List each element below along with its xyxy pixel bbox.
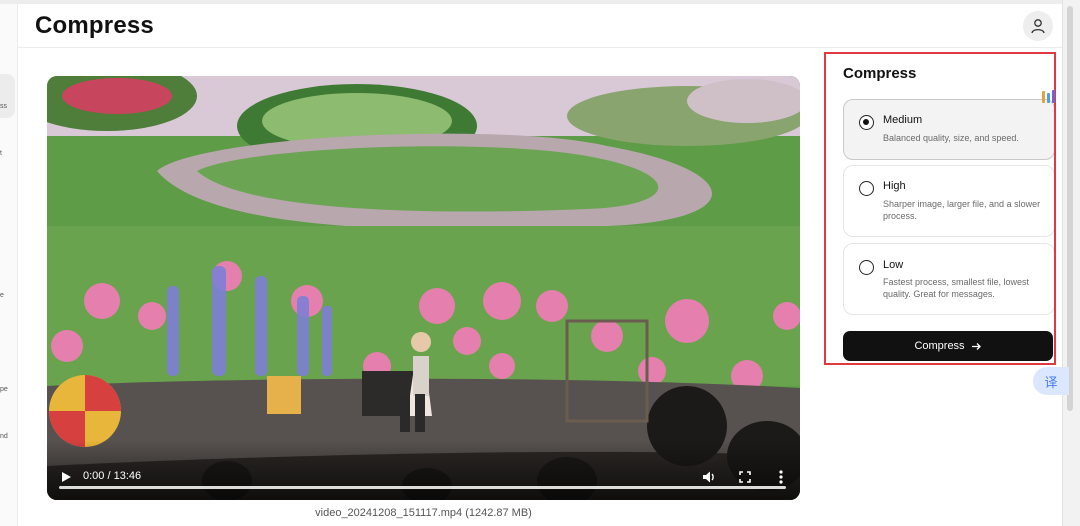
radio-button[interactable] — [859, 260, 874, 275]
more-vertical-icon[interactable] — [774, 469, 788, 485]
sidebar-item-label[interactable]: pe — [0, 386, 8, 393]
scrollbar-thumb[interactable] — [1067, 6, 1073, 411]
extension-logo-icon[interactable] — [1040, 88, 1058, 106]
sidebar-item-active[interactable] — [0, 74, 15, 118]
arrow-right-icon — [971, 342, 981, 350]
fullscreen-icon[interactable] — [737, 469, 753, 485]
page-title: Compress — [35, 12, 154, 39]
compress-button[interactable]: Compress — [843, 331, 1053, 361]
option-description: Sharper image, larger file, and a slower… — [883, 199, 1041, 221]
window-top-strip — [0, 0, 1080, 4]
sidebar-item-label[interactable]: nd — [0, 433, 8, 440]
app-window: ss t e pe nd Compress 0:00 / 13:46 video… — [0, 0, 1080, 526]
option-high[interactable]: High Sharper image, larger file, and a s… — [843, 165, 1055, 237]
play-icon[interactable] — [59, 470, 73, 484]
video-frame — [47, 76, 800, 500]
option-description: Fastest process, smallest file, lowest q… — [883, 277, 1030, 299]
header-divider — [18, 47, 1062, 48]
option-name: Low — [883, 259, 904, 271]
sidebar: ss t e pe nd — [0, 4, 18, 526]
radio-selected-dot — [863, 119, 869, 125]
sidebar-item-label[interactable]: t — [0, 150, 2, 157]
user-avatar-button[interactable] — [1023, 11, 1053, 41]
option-low[interactable]: Low Fastest process, smallest file, lowe… — [843, 243, 1055, 315]
video-player[interactable]: 0:00 / 13:46 — [47, 76, 800, 500]
radio-button[interactable] — [859, 115, 874, 130]
sidebar-item-label[interactable]: ss — [0, 103, 7, 110]
option-name: High — [883, 180, 906, 192]
video-progress-bar[interactable] — [59, 486, 786, 489]
option-description: Balanced quality, size, and speed. — [883, 133, 1019, 143]
option-medium[interactable]: Medium Balanced quality, size, and speed… — [843, 99, 1055, 160]
translate-label: 译 — [1044, 374, 1058, 390]
translate-button[interactable]: 译 — [1033, 367, 1069, 395]
video-controls: 0:00 / 13:46 — [47, 440, 800, 500]
video-filename: video_20241208_151117.mp4 (1242.87 MB) — [315, 507, 532, 519]
user-icon — [1031, 19, 1045, 34]
volume-icon[interactable] — [701, 469, 717, 485]
panel-title: Compress — [843, 65, 917, 82]
compress-button-label: Compress — [914, 340, 965, 352]
option-name: Medium — [883, 114, 923, 126]
radio-button[interactable] — [859, 181, 874, 196]
sidebar-item-label[interactable]: e — [0, 292, 4, 299]
video-time: 0:00 / 13:46 — [83, 470, 142, 482]
